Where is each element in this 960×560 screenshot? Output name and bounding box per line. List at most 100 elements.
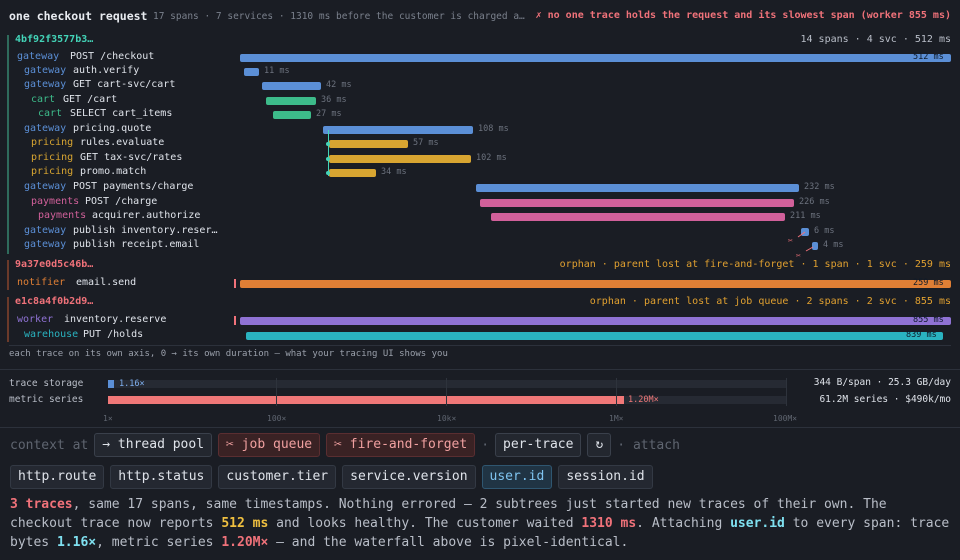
span-duration: 27 ms xyxy=(316,109,342,119)
span-service: cart xyxy=(38,108,63,119)
span-row[interactable]: payments POST /charge 226 ms xyxy=(0,196,960,210)
reset-icon[interactable]: ↻ xyxy=(587,433,612,457)
attr-chip-http-status[interactable]: http.status xyxy=(110,465,213,489)
span-service: cart xyxy=(31,94,56,105)
span-bar[interactable] xyxy=(491,213,785,221)
summary-fragment: — and the waterfall above is pixel-ident… xyxy=(268,535,629,550)
span-row[interactable]: pricing promo.match 34 ms xyxy=(0,166,960,180)
span-service: payments xyxy=(31,196,80,207)
span-row[interactable]: gateway POST payments/charge 232 ms xyxy=(0,181,960,195)
span-row[interactable]: gateway POST /checkout 512 ms xyxy=(0,51,960,65)
attach-label: · attach xyxy=(617,437,680,453)
span-service: gateway xyxy=(24,225,67,236)
span-row[interactable]: cart GET /cart 36 ms xyxy=(0,94,960,108)
alert-banner: ✗ no one trace holds the request and its… xyxy=(535,10,951,21)
span-row[interactable]: warehouse PUT /holds 839 ms xyxy=(0,329,960,343)
axis-tick: 10k× xyxy=(437,414,457,423)
summary-bytes: 1.16× xyxy=(56,535,97,550)
meter-value: 1.16× xyxy=(119,379,145,389)
span-operation: acquirer.authorize xyxy=(92,210,201,221)
meter-value: 1.20M× xyxy=(628,395,659,405)
span-bar[interactable] xyxy=(244,68,259,76)
span-duration: 102 ms xyxy=(476,153,507,163)
span-bar[interactable] xyxy=(266,97,316,105)
summary-attr: user.id xyxy=(730,516,785,531)
attr-chip-customer-tier[interactable]: customer.tier xyxy=(218,465,337,489)
span-row[interactable]: payments acquirer.authorize 211 ms xyxy=(0,210,960,224)
span-duration: 36 ms xyxy=(321,95,347,105)
span-row[interactable]: pricing GET tax-svc/rates 102 ms xyxy=(0,152,960,166)
gridline xyxy=(446,378,447,406)
concurrency-dot xyxy=(326,142,330,146)
span-bar[interactable] xyxy=(262,82,321,90)
trace-storage-label: trace storage xyxy=(9,378,84,389)
trace-id[interactable]: 9a37e0d5c46b… xyxy=(15,259,93,270)
span-duration: 855 ms xyxy=(913,315,944,325)
summary-traces: 3 traces xyxy=(10,497,73,512)
span-row[interactable]: gateway GET cart-svc/cart 42 ms xyxy=(0,79,960,93)
span-bar[interactable] xyxy=(323,126,473,134)
span-service: pricing xyxy=(31,152,74,163)
span-service: pricing xyxy=(31,137,74,148)
span-duration: 6 ms xyxy=(814,226,835,236)
span-row[interactable]: gateway publish receipt.email 4 ms xyxy=(0,239,960,253)
span-operation: GET cart-svc/cart xyxy=(73,79,176,90)
span-operation: GET tax-svc/rates xyxy=(80,152,183,163)
span-bar[interactable] xyxy=(329,140,408,148)
span-duration: 11 ms xyxy=(264,66,290,76)
page-subtitle: 17 spans · 7 services · 1310 ms before t… xyxy=(153,11,525,22)
span-bar[interactable] xyxy=(246,332,943,340)
span-row[interactable]: gateway auth.verify 11 ms xyxy=(0,65,960,79)
meter-fill xyxy=(108,396,624,404)
span-bar[interactable] xyxy=(329,155,471,163)
span-bar[interactable] xyxy=(329,169,376,177)
per-trace-button[interactable]: per-trace xyxy=(495,433,582,457)
span-bar[interactable] xyxy=(240,54,951,62)
page-title: one checkout request xyxy=(9,9,148,23)
span-operation: rules.evaluate xyxy=(80,137,165,148)
span-operation: POST /charge xyxy=(85,196,158,207)
job-queue-button[interactable]: ✂ job queue xyxy=(218,433,321,457)
span-service: gateway xyxy=(24,123,67,134)
span-duration: 512 ms xyxy=(913,52,944,62)
summary-waited: 1310 ms xyxy=(581,516,637,531)
span-bar[interactable] xyxy=(476,184,799,192)
attr-chip-service-version[interactable]: service.version xyxy=(342,465,476,489)
span-bar[interactable] xyxy=(273,111,311,119)
trace-id[interactable]: e1c8a4f0b2d9… xyxy=(15,296,93,307)
span-row[interactable]: gateway publish inventory.reser… 6 ms xyxy=(0,225,960,239)
span-service: worker xyxy=(17,314,54,325)
span-operation: inventory.reserve xyxy=(64,314,167,325)
span-row[interactable]: pricing rules.evaluate 57 ms xyxy=(0,137,960,151)
trace-storage-cost: 344 B/span · 25.3 GB/day xyxy=(813,377,951,388)
footnote: each trace on its own axis, 0 → its own … xyxy=(9,349,448,359)
span-operation: POST /checkout xyxy=(70,51,155,62)
attr-chip-http-route[interactable]: http.route xyxy=(10,465,105,489)
span-operation: publish receipt.email xyxy=(73,239,200,250)
summary-reported: 512 ms xyxy=(221,516,269,531)
gridline xyxy=(616,378,617,406)
concurrency-marker xyxy=(328,130,329,176)
span-row[interactable]: cart SELECT cart_items 27 ms xyxy=(0,108,960,122)
fire-and-forget-button[interactable]: ✂ fire-and-forget xyxy=(326,433,476,457)
span-row[interactable]: notifier email.send 259 ms xyxy=(0,277,960,291)
span-bar[interactable] xyxy=(240,317,951,325)
trace-id[interactable]: 4bf92f3577b3… xyxy=(15,34,93,45)
divider xyxy=(0,369,960,370)
attr-chip-session-id[interactable]: session.id xyxy=(558,465,653,489)
span-service: gateway xyxy=(17,51,60,62)
span-duration: 232 ms xyxy=(804,182,835,192)
span-bar[interactable] xyxy=(240,280,951,288)
axis-tick: 100M× xyxy=(773,414,798,423)
attr-chip-user-id[interactable]: user.id xyxy=(481,465,553,489)
span-bar[interactable] xyxy=(480,199,794,207)
summary-text: 3 traces, same 17 spans, same timestamps… xyxy=(10,495,950,552)
span-duration: 34 ms xyxy=(381,167,407,177)
thread-pool-button[interactable]: → thread pool xyxy=(94,433,213,457)
span-row[interactable]: worker inventory.reserve 855 ms xyxy=(0,314,960,328)
gridline xyxy=(276,378,277,406)
summary-fragment: , metric series xyxy=(96,535,222,550)
attribute-chips: http.route http.status customer.tier ser… xyxy=(10,465,653,489)
span-operation: GET /cart xyxy=(63,94,118,105)
span-row[interactable]: gateway pricing.quote 108 ms xyxy=(0,123,960,137)
